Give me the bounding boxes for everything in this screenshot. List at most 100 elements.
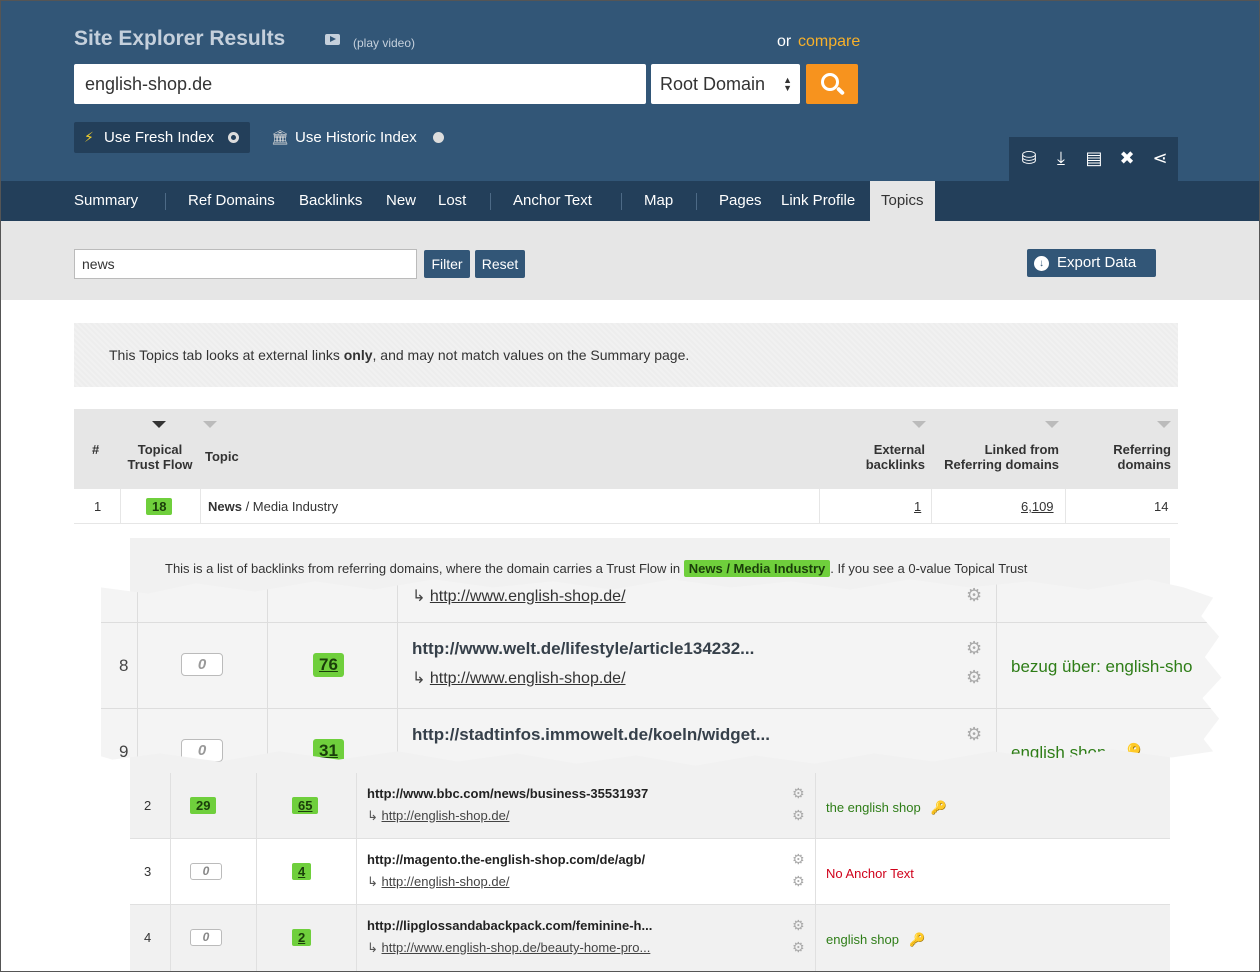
tab-ref-domains[interactable]: Ref Domains (188, 181, 275, 221)
source-url[interactable]: http://magento.the-english-shop.com/de/a… (367, 852, 645, 867)
tab-bar: Summary Ref Domains Backlinks New Lost A… (1, 181, 1259, 221)
gear-icon[interactable]: ⚙ (966, 667, 982, 688)
historic-index-toggle[interactable]: 🏛 Use Historic Index (271, 122, 451, 153)
table-row[interactable]: 8 0 76 http://www.welt.de/lifestyle/arti… (101, 623, 1222, 709)
toolbar: ⛁ ⤓ ▤ ✖ ⋖ (1009, 137, 1178, 181)
gear-icon[interactable]: ⚙ (966, 638, 982, 659)
tab-pages[interactable]: Pages (719, 181, 762, 221)
share-icon[interactable]: ⋖ (1149, 147, 1171, 169)
table-row[interactable]: 1 18 News / Media Industry 1 6,109 14 (74, 489, 1178, 524)
tab-separator (621, 193, 622, 210)
gear-icon[interactable]: ⚙ (792, 807, 805, 824)
source-url[interactable]: http://www.bbc.com/news/business-3553193… (367, 786, 648, 801)
topic-label[interactable]: News / Media Industry (208, 489, 338, 524)
tab-new[interactable]: New (386, 181, 416, 221)
cell-divider (170, 905, 171, 971)
col-header-topical-trust-flow[interactable]: Topical Trust Flow (126, 442, 194, 472)
export-data-button[interactable]: ↓ Export Data (1027, 249, 1156, 277)
cell-divider (996, 579, 997, 623)
target-url[interactable]: http://www.english-shop.de/beauty-home-p… (382, 940, 651, 955)
fresh-index-radio[interactable] (228, 132, 239, 143)
cell-divider (267, 579, 268, 623)
report-icon[interactable]: ▤ (1083, 147, 1105, 169)
trust-flow-badge[interactable]: 31 (313, 739, 344, 763)
gear-icon[interactable]: ⚙ (966, 585, 982, 606)
reset-button[interactable]: Reset (475, 250, 525, 278)
page-frame: Site Explorer Results (play video) or co… (0, 0, 1260, 972)
table-row[interactable]: 4 0 2 http://lipglossandabackpack.com/fe… (130, 905, 1170, 971)
fresh-index-toggle[interactable]: ⚡ Use Fresh Index (74, 122, 250, 153)
source-url[interactable]: http://www.welt.de/lifestyle/article1342… (412, 639, 754, 659)
tab-anchor-text[interactable]: Anchor Text (513, 181, 592, 221)
tab-link-profile[interactable]: Link Profile (781, 181, 855, 221)
target-url[interactable]: http://english-shop.de/ (382, 874, 510, 889)
table-row[interactable]: 9 0 31 http://stadtinfos.immowelt.de/koe… (101, 709, 1222, 766)
play-video-link[interactable]: (play video) (353, 36, 415, 50)
tab-separator (696, 193, 697, 210)
target-url[interactable]: http://www.english-shop.de/ (430, 670, 626, 687)
topical-trust-flow-badge: 18 (146, 498, 173, 515)
tab-lost[interactable]: Lost (438, 181, 466, 221)
gear-icon[interactable]: ⚙ (966, 724, 982, 745)
trust-flow-badge[interactable]: 76 (313, 653, 344, 677)
linked-from-link[interactable]: 6,109 (1021, 489, 1054, 524)
source-url[interactable]: http://stadtinfos.immowelt.de/koeln/widg… (412, 725, 770, 745)
row-num: 1 (94, 499, 102, 514)
col-header-referring-domains[interactable]: Referring domains (1094, 442, 1171, 472)
gear-icon[interactable]: ⚙ (792, 939, 805, 956)
zero-trust-flow-badge: 0 (190, 863, 222, 880)
download-circle-icon: ↓ (1034, 256, 1049, 271)
sort-desc-icon[interactable] (152, 421, 166, 428)
select-arrows-icon: ▲ ▼ (783, 75, 792, 93)
col-header-ext-line1: External (873, 442, 925, 457)
tab-backlinks[interactable]: Backlinks (299, 181, 362, 221)
zero-trust-flow-badge: 0 (181, 653, 223, 676)
sort-icon[interactable] (1045, 421, 1059, 428)
col-header-topic[interactable]: Topic (205, 449, 239, 464)
tab-summary[interactable]: Summary (74, 181, 138, 221)
download-icon[interactable]: ⤓ (1050, 147, 1072, 169)
fresh-index-label: Use Fresh Index (104, 129, 215, 146)
lightning-icon: ⚡ (84, 129, 94, 145)
topical-trust-flow-badge: 29 (190, 797, 217, 814)
compare-link[interactable]: compare (798, 33, 860, 51)
table-row[interactable]: 2 29 65 http://www.bbc.com/news/business… (130, 773, 1170, 839)
tab-topics[interactable]: Topics (870, 181, 935, 221)
tab-map[interactable]: Map (644, 181, 673, 221)
target-url[interactable]: http://www.english-shop.de/ (430, 588, 626, 605)
target-url-row: ↳ http://www.english-shop.de/ (412, 588, 626, 605)
table-row[interactable]: 3 0 4 http://magento.the-english-shop.co… (130, 839, 1170, 905)
col-header-external-backlinks[interactable]: External backlinks (854, 442, 925, 472)
video-icon[interactable] (325, 34, 340, 45)
gear-icon[interactable]: ⚙ (792, 917, 805, 934)
target-url-row: ↳ http://www.english-shop.de/ (412, 670, 626, 687)
trust-flow-badge[interactable]: 2 (292, 929, 312, 946)
external-backlinks-link[interactable]: 1 (914, 489, 921, 524)
trust-flow-badge[interactable]: 65 (292, 797, 319, 814)
target-url[interactable]: http://english-shop.de/ (382, 808, 510, 823)
cell-divider (815, 773, 816, 839)
historic-index-radio[interactable] (433, 132, 444, 143)
bucket-add-icon[interactable]: ⛁ (1018, 147, 1040, 169)
sort-icon[interactable] (912, 421, 926, 428)
anchor-text: No Anchor Text (826, 866, 914, 881)
sort-icon[interactable] (203, 421, 217, 428)
trust-flow-badge[interactable]: 4 (292, 863, 312, 880)
gear-icon[interactable]: ⚙ (792, 873, 805, 890)
search-button[interactable] (806, 64, 858, 104)
gear-icon[interactable]: ⚙ (792, 785, 805, 802)
source-url[interactable]: http://lipglossandabackpack.com/feminine… (367, 918, 652, 933)
gear-icon[interactable]: ⚙ (792, 851, 805, 868)
col-header-linked-from-referring-domains[interactable]: Linked from Referring domains (936, 442, 1059, 472)
export-data-label: Export Data (1057, 254, 1137, 271)
domain-input[interactable]: english-shop.de (74, 64, 646, 104)
filter-button[interactable]: Filter (424, 250, 470, 278)
row-num: 2 (144, 798, 152, 813)
topic-filter-input[interactable]: news (74, 249, 417, 279)
target-url-row: ↳ http://english-shop.de/ (367, 874, 510, 889)
sort-icon[interactable] (1157, 421, 1171, 428)
referring-domains-value: 14 (1154, 499, 1169, 514)
cell-divider (1065, 489, 1066, 524)
tools-icon[interactable]: ✖ (1116, 147, 1138, 169)
scope-select[interactable]: Root Domain ▲ ▼ (651, 64, 800, 104)
